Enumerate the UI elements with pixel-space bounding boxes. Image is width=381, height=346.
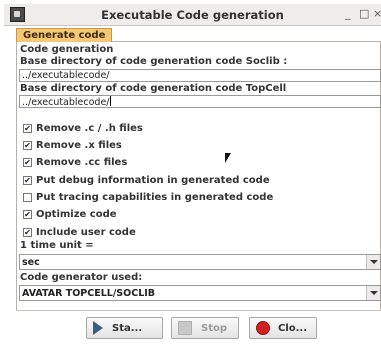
option-label: Put debug information in generated code [36, 175, 270, 186]
window-titlebar[interactable]: Executable Code generation _ □ × [4, 4, 381, 26]
mouse-pointer-icon [225, 153, 231, 163]
soclib-dir-field[interactable]: ../executablecode/ [19, 69, 381, 82]
section-title: Code generation [20, 44, 114, 55]
time-unit-label: 1 time unit = [20, 240, 94, 251]
stop-square-icon [178, 321, 192, 335]
tab-generate-code[interactable]: Generate code [16, 28, 113, 42]
option-remove-ch[interactable]: ✔ Remove .c / .h files [23, 122, 143, 135]
checkbox-optimize[interactable]: ✔ [23, 210, 32, 219]
close-button[interactable]: Clo... [249, 317, 317, 339]
topcell-dir-field[interactable]: ../executablecode/ [19, 95, 381, 108]
maximize-icon[interactable]: □ [359, 7, 369, 20]
option-remove-x[interactable]: ✔ Remove .x files [23, 139, 122, 152]
option-label: Remove .x files [36, 140, 122, 151]
time-unit-select[interactable]: sec [19, 254, 381, 270]
checkbox-remove-cc[interactable]: ✔ [23, 158, 32, 167]
close-window-icon[interactable]: × [373, 7, 381, 20]
soclib-dir-value: ../executablecode/ [22, 70, 110, 81]
red-circle-icon [256, 321, 270, 335]
code-generator-label: Code generator used: [20, 272, 143, 283]
option-label: Include user code [36, 227, 136, 238]
window-title: Executable Code generation [101, 8, 284, 22]
minimize-icon[interactable]: _ [345, 7, 351, 20]
option-label: Put tracing capabilities in generated co… [36, 192, 274, 203]
option-tracing[interactable]: Put tracing capabilities in generated co… [23, 191, 273, 204]
code-generator-value: AVATAR TOPCELL/SOCLIB [22, 288, 156, 299]
option-remove-cc[interactable]: ✔ Remove .cc files [23, 156, 127, 169]
divider [16, 310, 381, 311]
topcell-dir-label: Base directory of code generation code T… [20, 83, 287, 94]
start-button[interactable]: Sta... [86, 317, 163, 339]
option-user-code[interactable]: ✔ Include user code [23, 226, 136, 239]
checkbox-tracing[interactable] [23, 193, 32, 202]
topcell-dir-value: ../executablecode/ [22, 97, 110, 108]
checkbox-user-code[interactable]: ✔ [23, 228, 32, 237]
checkbox-debug-info[interactable]: ✔ [23, 176, 32, 185]
text-caret [109, 96, 111, 106]
checkbox-remove-ch[interactable]: ✔ [23, 124, 32, 133]
soclib-dir-label: Base directory of code generation code S… [20, 56, 288, 67]
option-label: Optimize code [36, 209, 117, 220]
option-debug-info[interactable]: ✔ Put debug information in generated cod… [23, 174, 270, 187]
option-optimize[interactable]: ✔ Optimize code [23, 208, 117, 221]
option-label: Remove .cc files [36, 157, 128, 168]
chevron-down-icon[interactable] [366, 286, 380, 300]
option-label: Remove .c / .h files [36, 123, 143, 134]
start-button-label: Sta... [112, 322, 143, 334]
tab-strip: Generate code [16, 28, 381, 42]
checkbox-remove-x[interactable]: ✔ [23, 141, 32, 150]
code-generator-select[interactable]: AVATAR TOPCELL/SOCLIB [19, 285, 381, 301]
close-button-label: Clo... [278, 322, 308, 334]
stop-button[interactable]: Stop [171, 317, 239, 339]
time-unit-value: sec [22, 257, 40, 268]
stop-button-label: Stop [201, 322, 228, 334]
play-icon [93, 321, 103, 335]
chevron-down-icon[interactable] [366, 255, 380, 269]
